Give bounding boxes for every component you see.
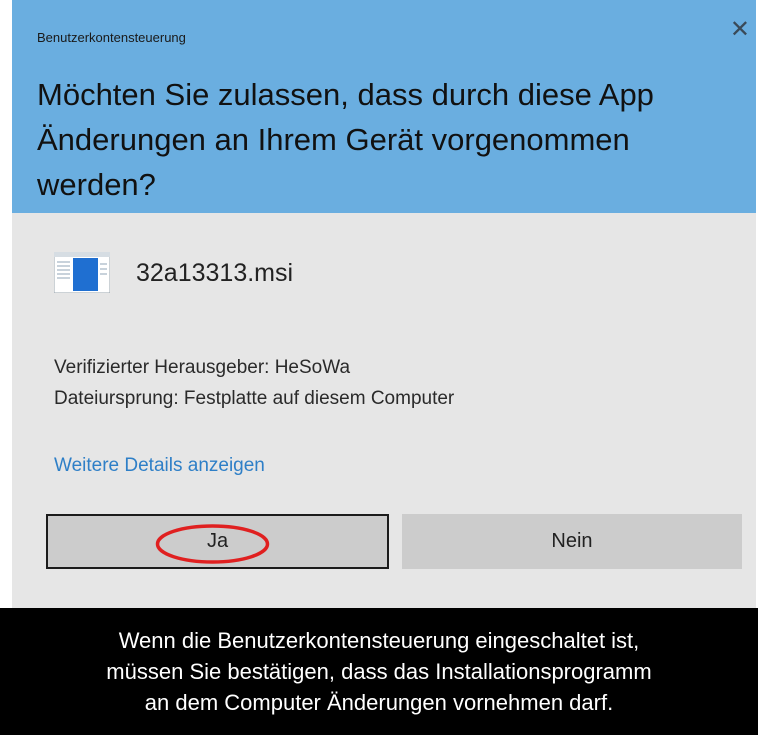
dialog-question: Möchten Sie zulassen, dass durch diese A…	[37, 72, 737, 207]
no-button-label: Nein	[551, 530, 593, 552]
file-origin: Dateiursprung: Festplatte auf diesem Com…	[54, 388, 455, 409]
msi-installer-icon	[54, 252, 110, 293]
no-button[interactable]: Nein	[402, 514, 742, 569]
file-name: 32a13313.msi	[136, 259, 294, 287]
question-line: Möchten Sie zulassen, dass durch diese A…	[37, 77, 654, 112]
dialog-header: Benutzerkontensteuerung ✕ Möchten Sie zu…	[12, 0, 756, 213]
dialog-caption: Benutzerkontensteuerung	[37, 30, 186, 45]
explanation-caption: Wenn die Benutzerkontensteuerung eingesc…	[0, 608, 758, 735]
uac-dialog: Benutzerkontensteuerung ✕ Möchten Sie zu…	[12, 0, 756, 608]
question-line: werden?	[37, 167, 156, 202]
question-line: Änderungen an Ihrem Gerät vorgenommen	[37, 122, 630, 157]
close-icon[interactable]: ✕	[730, 18, 750, 42]
caption-line: Wenn die Benutzerkontensteuerung eingesc…	[118, 628, 640, 653]
caption-line: müssen Sie bestätigen, dass das Installa…	[106, 659, 652, 684]
more-details-link[interactable]: Weitere Details anzeigen	[54, 455, 265, 477]
yes-button-label: Ja	[206, 530, 229, 552]
publisher-info: Verifizierter Herausgeber: HeSoWa	[54, 357, 351, 378]
yes-button[interactable]: Ja	[46, 514, 389, 569]
caption-line: an dem Computer Änderungen vornehmen dar…	[144, 690, 614, 715]
